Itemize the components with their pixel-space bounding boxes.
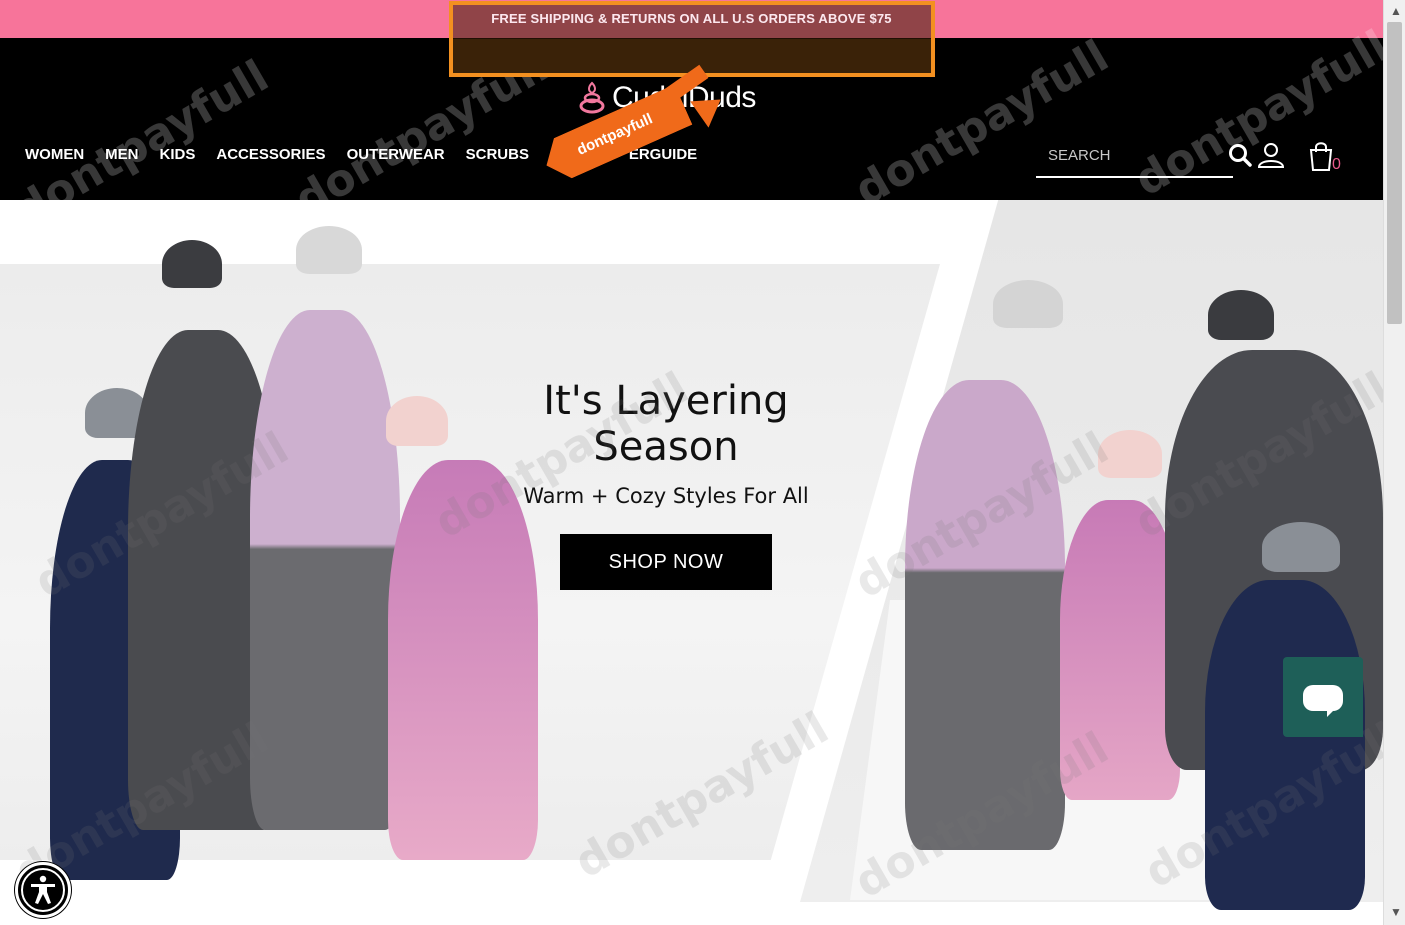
hero-headline-line2: Season <box>593 424 739 470</box>
promo-text-overlay: FREE SHIPPING & RETURNS ON ALL U.S ORDER… <box>491 11 892 26</box>
figure-hat <box>1208 290 1274 340</box>
hero-copy: It's Layering Season Warm + Cozy Styles … <box>480 378 852 590</box>
search-icon[interactable] <box>1227 142 1253 168</box>
nav-item-outerwear[interactable]: OUTERWEAR <box>347 146 445 163</box>
nav-item-men[interactable]: MEN <box>105 146 138 163</box>
figure-woman-right <box>905 380 1065 850</box>
nav-item-accessories[interactable]: ACCESSORIES <box>216 146 325 163</box>
cart-count: 0 <box>1332 156 1341 173</box>
accessibility-icon <box>21 868 65 912</box>
chat-icon <box>1303 685 1343 711</box>
scroll-up-icon[interactable]: ▲ <box>1390 4 1402 18</box>
nav-item-kids[interactable]: KIDS <box>160 146 196 163</box>
highlight-fill <box>453 39 931 73</box>
hero-subheadline: Warm + Cozy Styles For All <box>523 484 809 508</box>
accessibility-button[interactable] <box>15 862 71 918</box>
figure-hat <box>162 240 222 288</box>
hero-headline: It's Layering Season <box>480 378 852 470</box>
hero-headline-line1: It's Layering <box>543 378 789 424</box>
logo-mark-icon <box>579 81 605 114</box>
scroll-down-icon[interactable]: ▼ <box>1390 905 1402 919</box>
shop-now-button[interactable]: SHOP NOW <box>560 534 772 590</box>
figure-woman <box>250 310 400 830</box>
scroll-thumb[interactable] <box>1387 22 1402 324</box>
figure-hat <box>1262 522 1340 572</box>
nav-item-women[interactable]: WOMEN <box>25 146 84 163</box>
hero-banner[interactable]: It's Layering Season Warm + Cozy Styles … <box>0 200 1383 925</box>
figure-hat <box>1098 430 1162 478</box>
figure-hat <box>993 280 1063 328</box>
chat-button[interactable] <box>1283 657 1363 737</box>
scrollbar[interactable]: ▲ ▼ <box>1383 0 1405 925</box>
figure-hat <box>386 396 448 446</box>
figure-hat <box>296 226 362 274</box>
shopping-bag-icon[interactable] <box>1307 140 1335 172</box>
search-bar <box>1036 138 1233 178</box>
account-icon[interactable] <box>1256 140 1286 170</box>
watermark: dontpayfull <box>1126 20 1398 207</box>
search-input[interactable] <box>1036 138 1216 172</box>
nav-item-scrubs[interactable]: SCRUBS <box>466 146 529 163</box>
figure-boy-right <box>1205 580 1365 910</box>
figure-girl-right <box>1060 500 1180 800</box>
nav-item-size-guide[interactable]: ERGUIDE <box>629 146 697 163</box>
chat-icon-tail <box>1327 707 1337 717</box>
